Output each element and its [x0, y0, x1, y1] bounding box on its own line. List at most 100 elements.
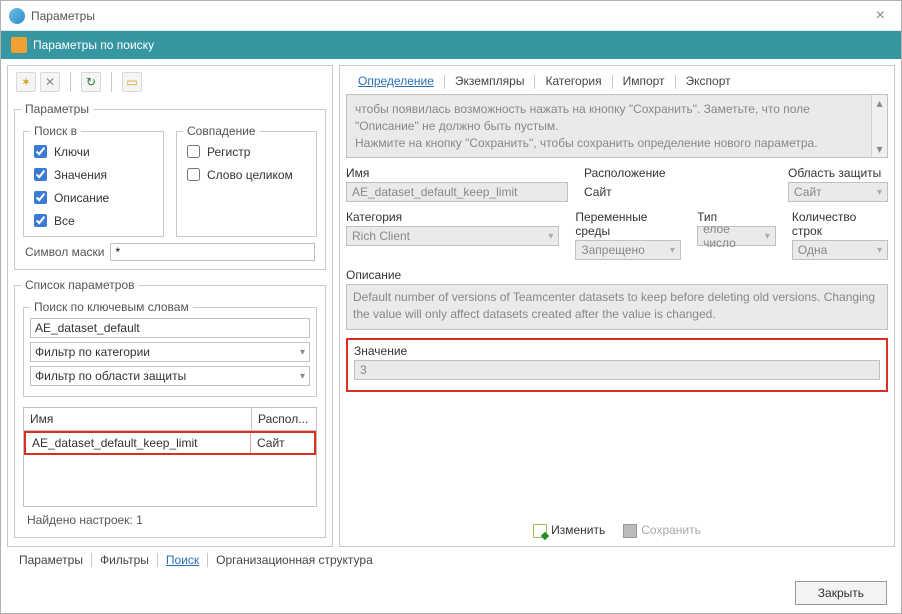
check-desc-label: Описание — [54, 191, 109, 205]
check-desc[interactable]: Описание — [30, 188, 109, 207]
params-legend: Параметры — [21, 102, 93, 116]
right-actions: Изменить Сохранить — [344, 517, 890, 542]
chevron-down-icon: ▾ — [300, 371, 305, 382]
found-label: Найдено настроек: 1 — [21, 509, 319, 531]
close-button[interactable]: Закрыть — [795, 581, 887, 605]
check-case-label: Регистр — [207, 145, 250, 159]
tab-export[interactable]: Экспорт — [676, 72, 741, 92]
check-whole[interactable]: Слово целиком — [183, 165, 310, 184]
chevron-down-icon: ▾ — [300, 347, 305, 358]
tab-instances[interactable]: Экземпляры — [445, 72, 535, 92]
info-line2: Нажмите на кнопку "Сохранить", чтобы сох… — [355, 135, 861, 152]
search-in-legend: Поиск в — [30, 124, 81, 138]
chevron-down-icon: ▾ — [670, 245, 675, 256]
footer: Закрыть — [1, 573, 901, 613]
filter-category-label: Фильтр по категории — [35, 345, 150, 359]
btab-params[interactable]: Параметры — [11, 551, 91, 569]
param-table-header: Имя Распол... — [24, 408, 316, 431]
rows-label: Количество строк — [792, 210, 888, 238]
filter-scope-select[interactable]: Фильтр по области защиты ▾ — [30, 366, 310, 386]
filter-scope-label: Фильтр по области защиты — [35, 369, 186, 383]
value-group: Значение 3 — [346, 338, 888, 392]
scope-field[interactable]: Сайт▾ — [788, 182, 888, 202]
tab-import[interactable]: Импорт — [613, 72, 675, 92]
right-panel: Определение Экземпляры Категория Импорт … — [339, 65, 895, 547]
edit-icon — [533, 524, 547, 538]
keyword-legend: Поиск по ключевым словам — [30, 300, 193, 314]
doc-icon[interactable] — [122, 72, 142, 92]
check-all-label: Все — [54, 214, 75, 228]
info-scrollbar[interactable]: ▴▾ — [871, 95, 887, 157]
info-line1: чтобы появилась возможность нажать на кн… — [355, 101, 861, 135]
rows-field[interactable]: Одна ▾ — [792, 240, 888, 260]
check-values-label: Значения — [54, 168, 107, 182]
window-title: Параметры — [31, 9, 95, 23]
name-value: AE_dataset_default_keep_limit — [352, 185, 517, 199]
cell-loc: Сайт — [250, 433, 314, 453]
btab-filters[interactable]: Фильтры — [92, 551, 157, 569]
category-label: Категория — [346, 210, 559, 224]
chevron-down-icon: ▾ — [877, 245, 882, 256]
match-legend: Совпадение — [183, 124, 260, 138]
check-values[interactable]: Значения — [30, 165, 107, 184]
mask-input[interactable] — [110, 243, 315, 261]
left-panel: Параметры Поиск в Ключи Значения Описани… — [7, 65, 333, 547]
edit-label: Изменить — [551, 523, 605, 537]
filter-category-select[interactable]: Фильтр по категории ▾ — [30, 342, 310, 362]
bottom-tabs: Параметры Фильтры Поиск Организационная … — [1, 547, 901, 573]
chevron-down-icon: ▾ — [765, 231, 770, 242]
scope-value: Сайт — [794, 185, 822, 199]
keyword-input[interactable] — [30, 318, 310, 338]
value-label: Значение — [354, 344, 880, 358]
scope-label: Область защиты — [788, 166, 888, 180]
tab-definition[interactable]: Определение — [348, 72, 444, 92]
app-icon — [9, 8, 25, 24]
check-keys[interactable]: Ключи — [30, 142, 90, 161]
location-value: Сайт — [584, 182, 772, 202]
window-root: Параметры × Параметры по поиску Параметр… — [0, 0, 902, 614]
left-toolbar — [12, 70, 328, 98]
check-all[interactable]: Все — [30, 211, 75, 230]
category-field[interactable]: Rich Client ▾ — [346, 226, 559, 246]
cell-name: AE_dataset_default_keep_limit — [26, 433, 250, 453]
mask-label: Символ маски — [25, 245, 104, 259]
env-label: Переменные среды — [575, 210, 681, 238]
check-whole-label: Слово целиком — [207, 168, 293, 182]
name-label: Имя — [346, 166, 568, 180]
info-box: чтобы появилась возможность нажать на кн… — [346, 94, 888, 158]
col-location[interactable]: Распол... — [252, 408, 316, 430]
subtitle-text: Параметры по поиску — [33, 38, 154, 52]
desc-label: Описание — [346, 268, 401, 282]
value-field: 3 — [354, 360, 880, 380]
param-list-legend: Список параметров — [21, 278, 139, 292]
save-button: Сохранить — [623, 523, 701, 538]
new-icon[interactable] — [16, 72, 36, 92]
param-list-group: Список параметров Поиск по ключевым слов… — [14, 278, 326, 538]
col-name[interactable]: Имя — [24, 408, 252, 430]
btab-search[interactable]: Поиск — [158, 551, 207, 569]
rows-value: Одна — [798, 243, 827, 257]
btab-org[interactable]: Организационная структура — [208, 551, 381, 569]
params-group: Параметры Поиск в Ключи Значения Описани… — [14, 102, 326, 270]
search-in-group: Поиск в Ключи Значения Описание Все — [23, 124, 164, 237]
search-param-icon — [11, 37, 27, 53]
desc-field: Default number of versions of Teamcenter… — [346, 284, 888, 330]
tab-category[interactable]: Категория — [535, 72, 611, 92]
titlebar: Параметры × — [1, 1, 901, 31]
save-label: Сохранить — [641, 523, 701, 537]
refresh-icon[interactable] — [81, 72, 101, 92]
keyword-group: Поиск по ключевым словам Фильтр по катег… — [23, 300, 317, 397]
type-field[interactable]: елое число▾ — [697, 226, 776, 246]
table-row[interactable]: AE_dataset_default_keep_limit Сайт — [24, 431, 316, 455]
subtitle-bar: Параметры по поиску — [1, 31, 901, 59]
close-icon[interactable]: × — [868, 7, 893, 25]
type-value: елое число — [703, 222, 765, 250]
env-value: Запрещено — [581, 243, 644, 257]
delete-icon[interactable] — [40, 72, 60, 92]
category-value: Rich Client — [352, 229, 410, 243]
edit-button[interactable]: Изменить — [533, 523, 605, 538]
chevron-down-icon: ▾ — [548, 231, 553, 242]
location-label: Расположение — [584, 166, 772, 180]
check-case[interactable]: Регистр — [183, 142, 310, 161]
env-field[interactable]: Запрещено ▾ — [575, 240, 681, 260]
